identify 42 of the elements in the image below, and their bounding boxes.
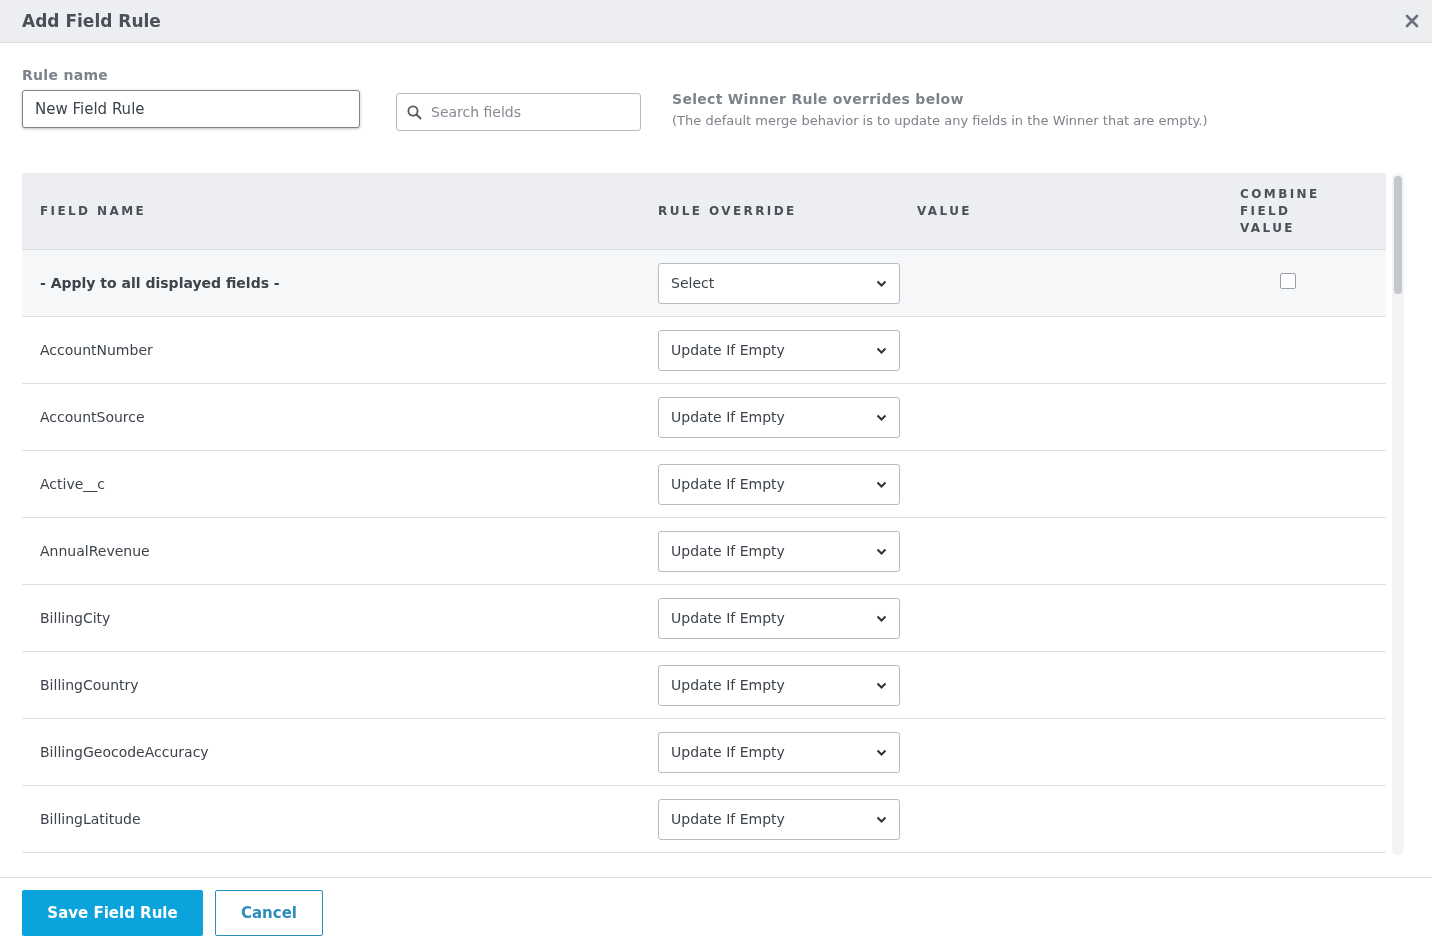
chevron-down-icon bbox=[876, 748, 887, 756]
cancel-button[interactable]: Cancel bbox=[215, 890, 323, 936]
search-icon bbox=[407, 105, 422, 120]
column-header: COMBINE FIELD VALUE bbox=[1240, 185, 1321, 237]
field-name-cell-text: AccountSource bbox=[39, 409, 146, 425]
search-field[interactable]: Search fields bbox=[396, 93, 641, 131]
field-name-cell-text: AccountNumber bbox=[39, 342, 154, 358]
column-header: VALUE bbox=[917, 204, 973, 218]
close-icon[interactable] bbox=[1405, 14, 1419, 28]
rule-override-dropdown[interactable]: Update If Empty bbox=[658, 731, 900, 773]
column-header: FIELD NAME bbox=[39, 204, 148, 218]
dialog-title: Add Field Rule bbox=[22, 11, 161, 31]
chevron-down-icon bbox=[876, 413, 887, 421]
chevron-down-icon bbox=[876, 279, 887, 287]
rule-override-dropdown[interactable]: Update If Empty bbox=[658, 664, 900, 706]
chevron-down-icon bbox=[876, 547, 887, 555]
rule-override-dropdown[interactable]: Select bbox=[658, 262, 900, 304]
rule-override-dropdown[interactable]: Update If Empty bbox=[658, 798, 900, 840]
rule-name-field[interactable]: New Field Rule bbox=[22, 90, 360, 128]
rule-override-dropdown[interactable]: Update If Empty bbox=[658, 530, 900, 572]
chevron-down-icon bbox=[876, 480, 887, 488]
chevron-down-icon bbox=[876, 815, 887, 823]
field-name-cell-text: BillingGeocodeAccuracy bbox=[39, 744, 210, 760]
rule-override-dropdown[interactable]: Update If Empty bbox=[658, 463, 900, 505]
note-text: (The default merge behavior is to update any fields in the Winner that are empty.) bbox=[672, 113, 1208, 128]
chevron-down-icon bbox=[876, 346, 887, 354]
field-name-cell-text: AnnualRevenue bbox=[39, 543, 151, 559]
rule-override-dropdown[interactable]: Update If Empty bbox=[658, 597, 900, 639]
rule-name-label: Rule name bbox=[22, 67, 110, 83]
field-name-cell-text: BillingCity bbox=[39, 610, 112, 626]
chevron-down-icon bbox=[876, 614, 887, 622]
field-name-cell-text: - Apply to all displayed fields - bbox=[39, 275, 281, 291]
chevron-down-icon bbox=[876, 681, 887, 689]
note-heading: Select Winner Rule overrides below bbox=[672, 91, 965, 107]
field-name-cell-text: Active__c bbox=[39, 476, 106, 492]
rule-override-dropdown[interactable]: Update If Empty bbox=[658, 396, 900, 438]
field-name-cell-text: BillingCountry bbox=[39, 677, 140, 693]
field-name-cell-text: BillingLatitude bbox=[39, 811, 142, 827]
combine-checkbox[interactable] bbox=[1280, 272, 1296, 289]
rule-override-dropdown[interactable]: Update If Empty bbox=[658, 329, 900, 371]
column-header: RULE OVERRIDE bbox=[658, 204, 798, 218]
scrollbar[interactable] bbox=[1392, 173, 1404, 855]
